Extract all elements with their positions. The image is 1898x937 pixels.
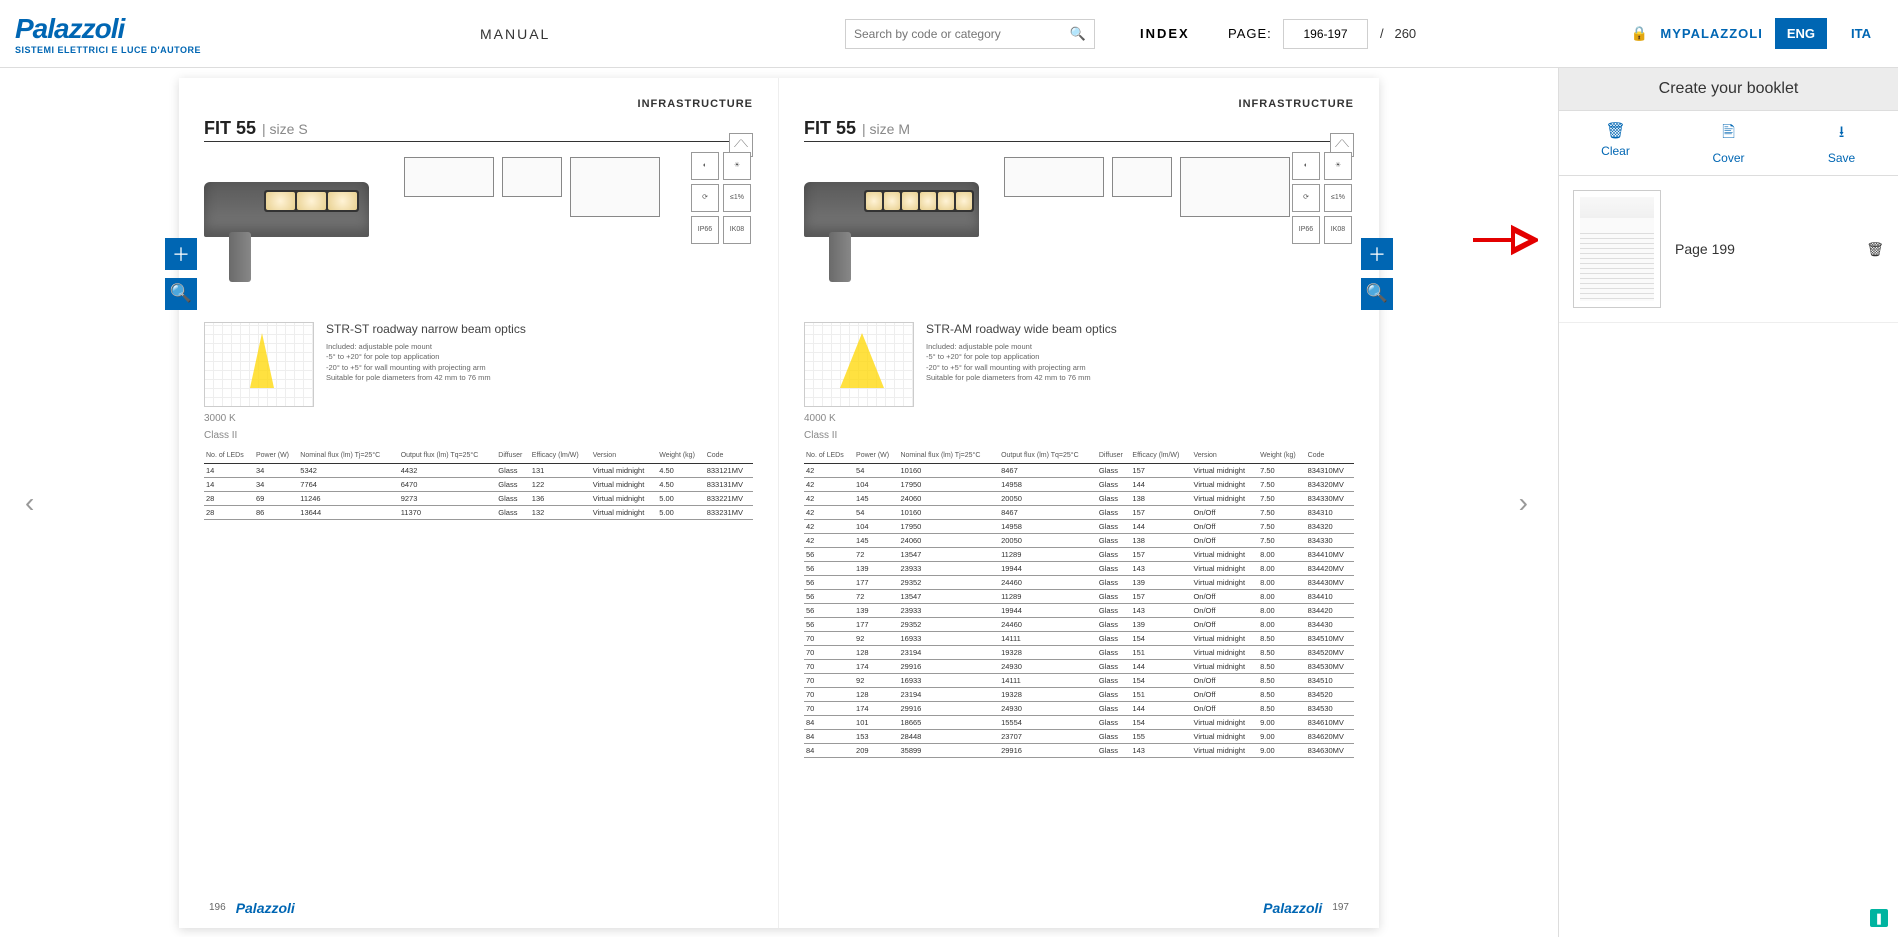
zoom-page-button[interactable]: 🔍 <box>1361 278 1393 310</box>
lock-icon: 🔒 <box>1631 25 1648 42</box>
optics-desc: Included: adjustable pole mount-5° to +2… <box>926 342 1354 384</box>
color-temp: 3000 K <box>204 413 314 424</box>
sidebar-actions: 🗑Clear 🖹Cover ⭳Save <box>1559 111 1898 176</box>
badge-icon: ☀ <box>723 152 751 180</box>
page-number: 197 <box>1332 902 1349 913</box>
save-button[interactable]: ⭳Save <box>1785 111 1898 175</box>
mypalazzoli-link[interactable]: MYPALAZZOLI <box>1660 26 1762 41</box>
header: Palazzoli SISTEMI ELETTRICI E LUCE D'AUT… <box>0 0 1898 68</box>
product-size: | size S <box>262 121 308 137</box>
remove-item-button[interactable]: 🗑 <box>1866 241 1884 258</box>
page-left: ＋ 🔍 INFRASTRUCTURE ⟋⟍ FIT 55 | size S <box>179 78 779 928</box>
page-total: / 260 <box>1380 26 1416 41</box>
ik-badge: IK08 <box>723 216 751 244</box>
page-footer-left: 196 Palazzoli <box>209 900 295 916</box>
page-input[interactable] <box>1283 19 1368 49</box>
product-name: FIT 55 <box>204 118 256 139</box>
badge-icon: ≤1% <box>1324 184 1352 212</box>
ik-badge: IK08 <box>1324 216 1352 244</box>
page-label: PAGE: <box>1228 26 1272 41</box>
search-input[interactable] <box>854 27 1070 41</box>
help-button[interactable]: ❚ <box>1870 909 1888 927</box>
color-temp: 4000 K <box>804 413 914 424</box>
footer-logo: Palazzoli <box>1263 900 1322 916</box>
product-name: FIT 55 <box>804 118 856 139</box>
logo-sub: SISTEMI ELETTRICI E LUCE D'AUTORE <box>15 45 201 55</box>
optics-title: STR-AM roadway wide beam optics <box>926 322 1354 336</box>
booklet-item[interactable]: Page 199 🗑 <box>1559 176 1898 323</box>
prev-page-button[interactable]: ‹ <box>5 467 54 539</box>
optics-desc: Included: adjustable pole mount-5° to +2… <box>326 342 753 384</box>
badge-icon: ⟳ <box>1292 184 1320 212</box>
footer-logo: Palazzoli <box>236 900 295 916</box>
badge-icon: ≤1% <box>723 184 751 212</box>
cover-icon: 🖹 <box>1672 121 1785 148</box>
spec-badges: ◐☀ ⟳≤1% IP66IK08 <box>1292 152 1354 244</box>
badge-icon: ◐ <box>691 152 719 180</box>
data-table-right: No. of LEDsPower (W)Nominal flux (lm) Tj… <box>804 449 1354 758</box>
product-row: ◐☀ ⟳≤1% IP66IK08 <box>804 152 1354 302</box>
class-label: Class II <box>804 430 914 441</box>
page-category: INFRASTRUCTURE <box>204 98 753 110</box>
header-right: 🔒 MYPALAZZOLI ENG ITA <box>1631 18 1883 49</box>
search-icon[interactable]: 🔍 <box>1070 26 1086 42</box>
booklet-sidebar: Create your booklet 🗑Clear 🖹Cover ⭳Save … <box>1558 68 1898 937</box>
product-size: | size M <box>862 121 910 137</box>
page-spread: ＋ 🔍 INFRASTRUCTURE ⟋⟍ FIT 55 | size S <box>179 78 1379 928</box>
download-icon: ⭳ <box>1785 121 1898 148</box>
cover-button[interactable]: 🖹Cover <box>1672 111 1785 175</box>
page-number: 196 <box>209 902 226 913</box>
lang-eng-button[interactable]: ENG <box>1775 18 1827 49</box>
class-label: Class II <box>204 430 314 441</box>
spec-badges: ◐☀ ⟳≤1% IP66IK08 <box>691 152 753 244</box>
page-footer-right: Palazzoli 197 <box>1263 900 1349 916</box>
add-page-button[interactable]: ＋ <box>165 238 197 270</box>
booklet-item-label: Page 199 <box>1675 241 1852 257</box>
beam-diagram <box>804 322 914 407</box>
beam-diagram <box>204 322 314 407</box>
sidebar-title: Create your booklet <box>1559 68 1898 111</box>
ip-badge: IP66 <box>1292 216 1320 244</box>
product-row: ◐☀ ⟳≤1% IP66IK08 <box>204 152 753 302</box>
product-title-row: FIT 55 | size S <box>204 118 753 142</box>
badge-icon: ☀ <box>1324 152 1352 180</box>
optics-section: 3000 K Class II STR-ST roadway narrow be… <box>204 322 753 441</box>
lang-ita-button[interactable]: ITA <box>1839 18 1883 49</box>
page-category: INFRASTRUCTURE <box>804 98 1354 110</box>
nav-manual[interactable]: MANUAL <box>480 26 550 42</box>
logo[interactable]: Palazzoli SISTEMI ELETTRICI E LUCE D'AUT… <box>15 13 201 55</box>
search-box[interactable]: 🔍 <box>845 19 1095 49</box>
main-viewer: ‹ › ＋ 🔍 INFRASTRUCTURE ⟋⟍ FIT 55 | size … <box>0 68 1558 937</box>
logo-main: Palazzoli <box>15 13 201 45</box>
ip-badge: IP66 <box>691 216 719 244</box>
clear-button[interactable]: 🗑Clear <box>1559 111 1672 175</box>
page-right: ＋ 🔍 INFRASTRUCTURE ⟋⟍ FIT 55 | size M <box>779 78 1379 928</box>
optics-title: STR-ST roadway narrow beam optics <box>326 322 753 336</box>
badge-icon: ◐ <box>1292 152 1320 180</box>
product-image <box>804 152 984 282</box>
annotation-arrow-icon <box>1468 220 1538 260</box>
badge-icon: ⟳ <box>691 184 719 212</box>
product-image <box>204 152 384 282</box>
data-table-left: No. of LEDsPower (W)Nominal flux (lm) Tj… <box>204 449 753 520</box>
trash-icon: 🗑 <box>1559 121 1672 141</box>
optics-section: 4000 K Class II STR-AM roadway wide beam… <box>804 322 1354 441</box>
next-page-button[interactable]: › <box>1499 467 1548 539</box>
zoom-page-button[interactable]: 🔍 <box>165 278 197 310</box>
add-page-button[interactable]: ＋ <box>1361 238 1393 270</box>
page-thumbnail <box>1573 190 1661 308</box>
nav-index[interactable]: INDEX <box>1140 26 1190 41</box>
product-title-row: FIT 55 | size M <box>804 118 1354 142</box>
